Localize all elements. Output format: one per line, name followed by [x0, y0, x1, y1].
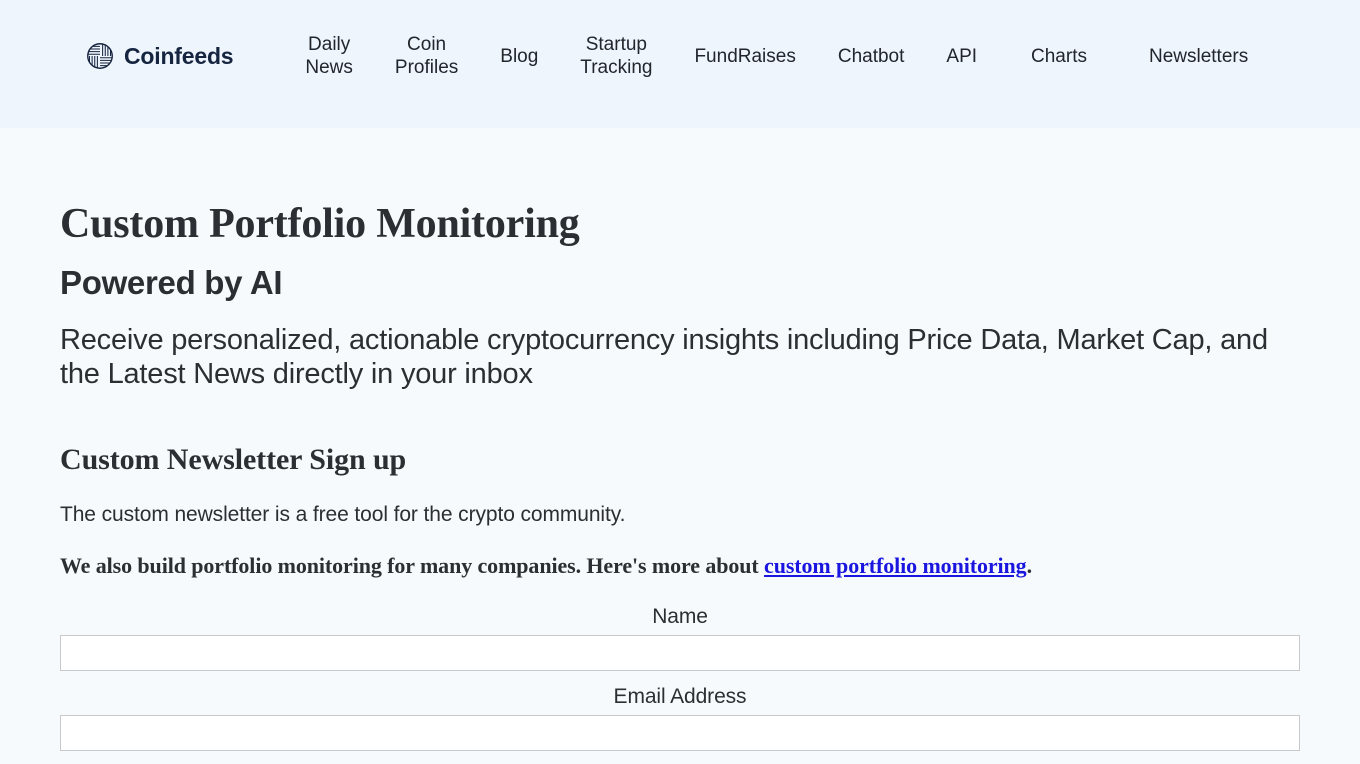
main-navigation: Daily News Coin Profiles Blog Startup Tr…: [305, 33, 1360, 79]
signup-intro-text: The custom newsletter is a free tool for…: [60, 503, 626, 527]
custom-portfolio-monitoring-link[interactable]: custom portfolio monitoring: [764, 553, 1027, 578]
globe-grid-logo-icon: [86, 42, 114, 70]
brand-name: Coinfeeds: [124, 42, 234, 69]
name-input[interactable]: [60, 635, 1300, 672]
email-field-label: Email Address: [613, 685, 747, 709]
page-description: Receive personalized, actionable cryptoc…: [60, 324, 1268, 390]
cta-prefix-text: We also build portfolio monitoring for m…: [60, 553, 765, 579]
signup-heading: Custom Newsletter Sign up: [60, 443, 407, 477]
nav-item-chatbot[interactable]: Chatbot: [838, 45, 905, 68]
signup-cta-text: We also build portfolio monitoring for m…: [60, 553, 1300, 579]
email-input[interactable]: [60, 715, 1300, 752]
page-content: Custom Portfolio Monitoring Powered by A…: [0, 128, 1360, 764]
nav-item-fundraises[interactable]: FundRaises: [694, 45, 795, 68]
newsletter-signup-form: Name Email Address Select Coins (You can…: [60, 605, 1300, 764]
nav-item-newsletters[interactable]: Newsletters: [1149, 45, 1248, 68]
nav-item-startup-tracking[interactable]: Startup Tracking: [580, 33, 652, 79]
site-header: Coinfeeds Daily News Coin Profiles Blog …: [0, 0, 1360, 128]
name-field-label: Name: [652, 605, 708, 629]
cta-suffix-text: .: [1026, 553, 1033, 579]
nav-item-blog[interactable]: Blog: [500, 45, 538, 68]
nav-item-charts[interactable]: Charts: [1031, 45, 1087, 68]
nav-item-coin-profiles[interactable]: Coin Profiles: [395, 33, 458, 79]
nav-item-daily-news[interactable]: Daily News: [305, 33, 353, 79]
page-subtitle: Powered by AI: [60, 264, 283, 302]
nav-item-api[interactable]: API: [946, 45, 977, 68]
page-title: Custom Portfolio Monitoring: [60, 201, 580, 247]
brand-logo-link[interactable]: Coinfeeds: [86, 42, 234, 70]
